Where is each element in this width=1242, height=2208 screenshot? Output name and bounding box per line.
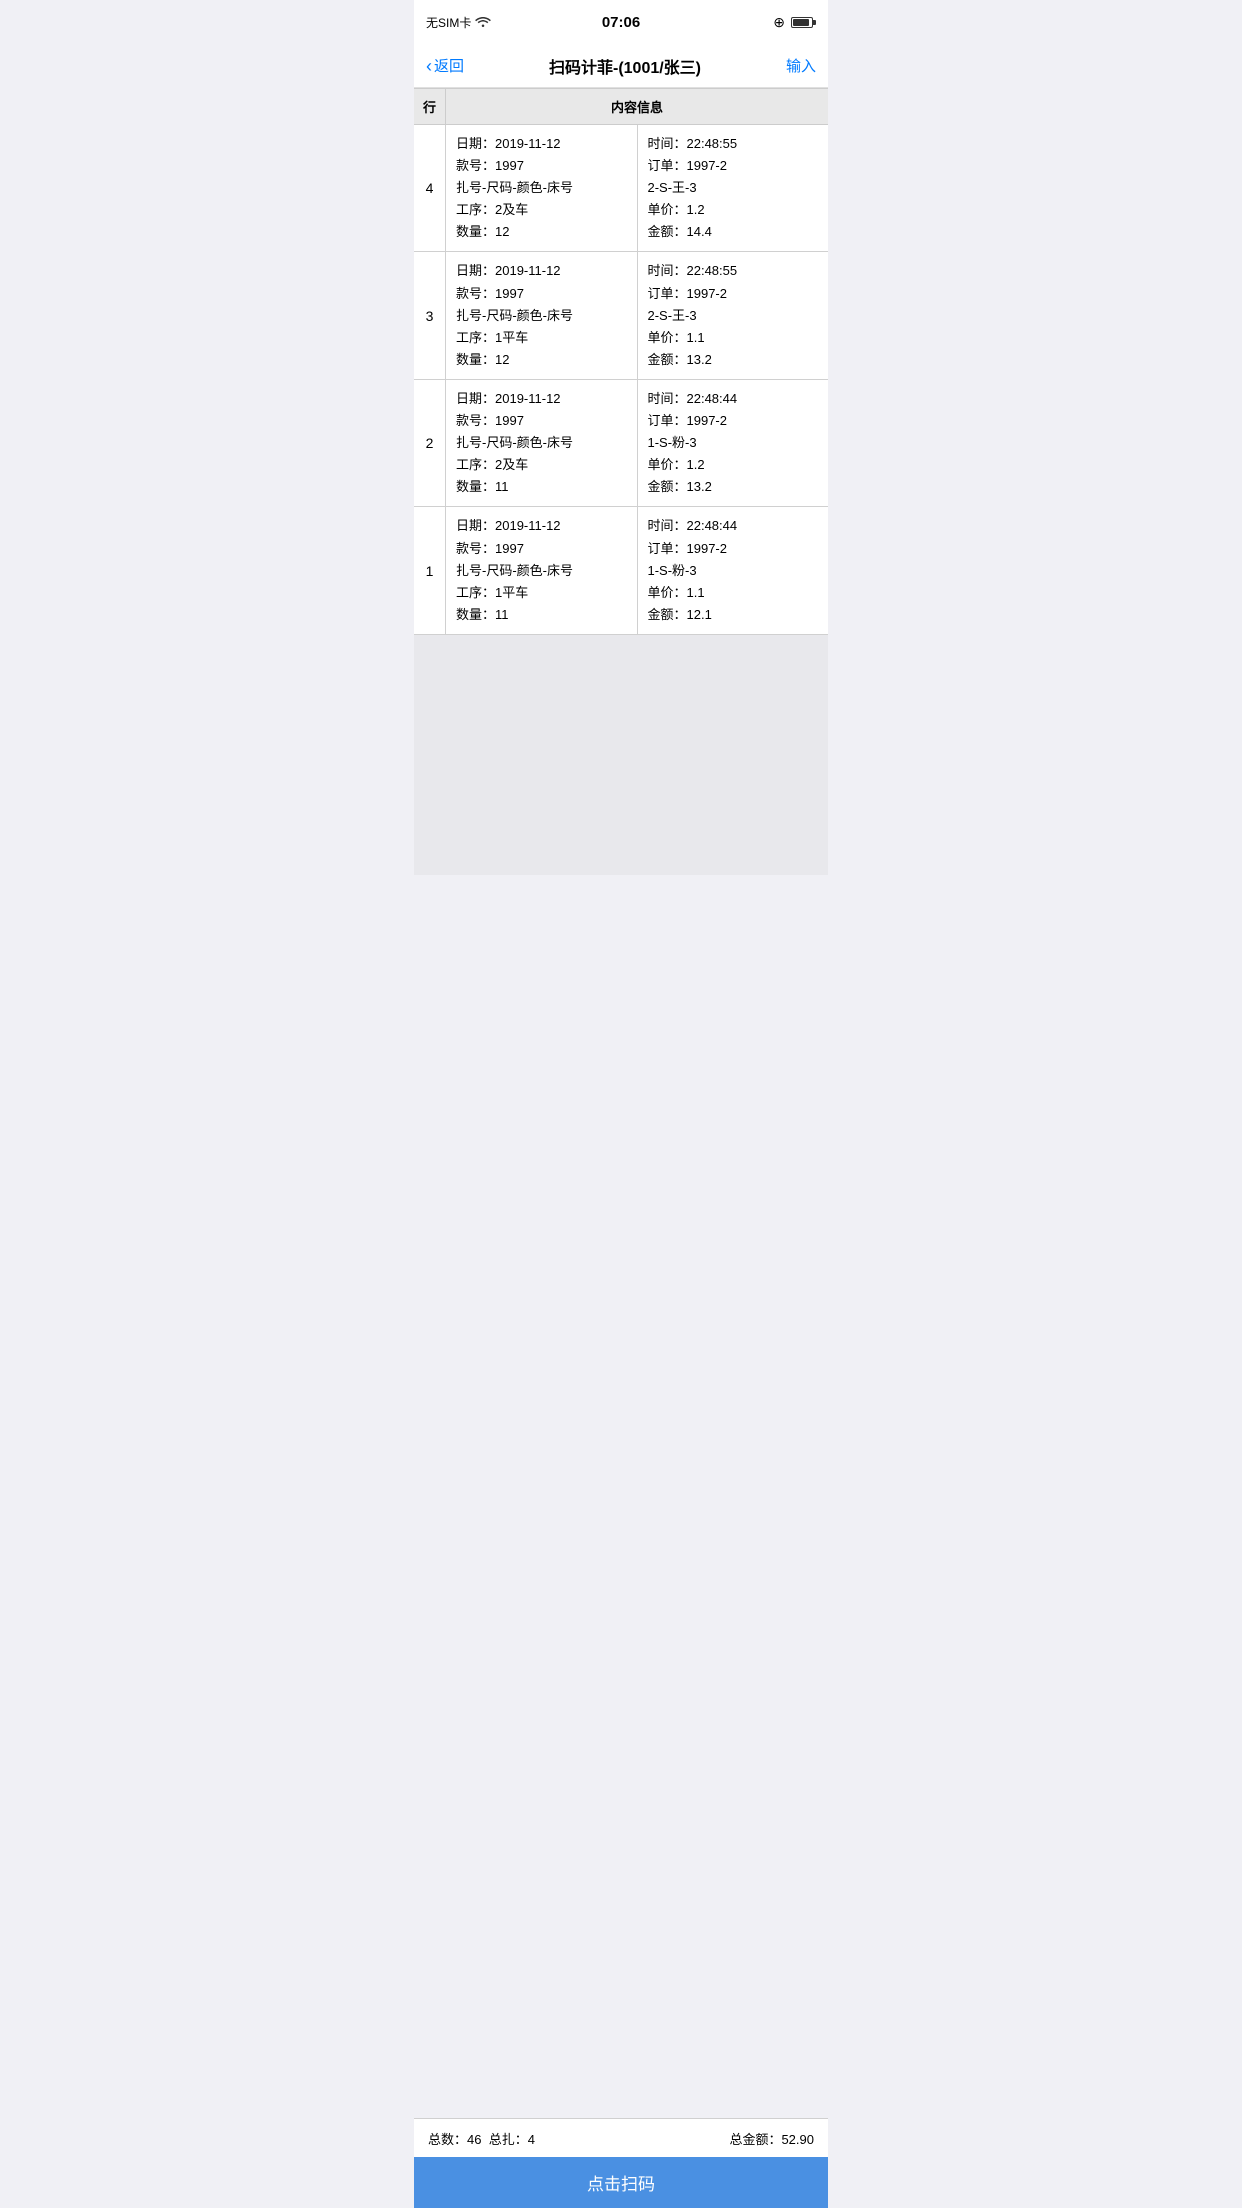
row-time: 时间：22:48:44	[648, 388, 819, 410]
row-qty: 数量：12	[456, 349, 627, 371]
back-label: 返回	[434, 55, 464, 76]
back-chevron-icon: ‹	[426, 57, 432, 75]
row-order: 订单：1997-2	[648, 538, 819, 560]
row-amount: 金额：12.1	[648, 604, 819, 626]
row-content: 日期：2019-11-12 款号：1997 扎号-尺码-颜色-床号 工序：2及车…	[446, 380, 828, 506]
status-left: 无SIM卡	[426, 14, 491, 31]
row-date: 日期：2019-11-12	[456, 260, 627, 282]
row-left: 日期：2019-11-12 款号：1997 扎号-尺码-颜色-床号 工序：1平车…	[446, 507, 638, 633]
input-button[interactable]: 输入	[786, 55, 816, 76]
row-time: 时间：22:48:55	[648, 133, 819, 155]
status-right: ⊕	[773, 14, 816, 31]
row-spec: 2-S-王-3	[648, 177, 819, 199]
total-count: 总数：46 总扎：4	[428, 2129, 535, 2148]
row-code: 扎号-尺码-颜色-床号	[456, 432, 627, 454]
carrier-label: 无SIM卡	[426, 14, 471, 31]
row-code: 扎号-尺码-颜色-床号	[456, 305, 627, 327]
row-process: 工序：2及车	[456, 454, 627, 476]
row-process: 工序：1平车	[456, 327, 627, 349]
row-right: 时间：22:48:44 订单：1997-2 1-S-粉-3 单价：1.2 金额：…	[638, 380, 829, 506]
row-left: 日期：2019-11-12 款号：1997 扎号-尺码-颜色-床号 工序：2及车…	[446, 380, 638, 506]
row-style: 款号：1997	[456, 283, 627, 305]
row-date: 日期：2019-11-12	[456, 133, 627, 155]
world-icon: ⊕	[773, 14, 785, 31]
table-row: 3 日期：2019-11-12 款号：1997 扎号-尺码-颜色-床号 工序：1…	[414, 252, 828, 379]
row-price: 单价：1.1	[648, 327, 819, 349]
row-order: 订单：1997-2	[648, 283, 819, 305]
row-process: 工序：2及车	[456, 199, 627, 221]
empty-area	[414, 635, 828, 875]
row-number: 1	[414, 507, 446, 633]
row-number: 3	[414, 252, 446, 378]
row-style: 款号：1997	[456, 410, 627, 432]
row-left: 日期：2019-11-12 款号：1997 扎号-尺码-颜色-床号 工序：1平车…	[446, 252, 638, 378]
row-qty: 数量：11	[456, 604, 627, 626]
row-code: 扎号-尺码-颜色-床号	[456, 177, 627, 199]
row-qty: 数量：11	[456, 476, 627, 498]
row-amount: 金额：13.2	[648, 476, 819, 498]
row-right: 时间：22:48:55 订单：1997-2 2-S-王-3 单价：1.2 金额：…	[638, 125, 829, 251]
row-style: 款号：1997	[456, 538, 627, 560]
wifi-icon	[475, 15, 491, 30]
row-content: 日期：2019-11-12 款号：1997 扎号-尺码-颜色-床号 工序：1平车…	[446, 252, 828, 378]
table-header: 行 内容信息	[414, 88, 828, 125]
row-date: 日期：2019-11-12	[456, 515, 627, 537]
scan-button[interactable]: 点击扫码	[414, 2157, 828, 2208]
row-spec: 1-S-粉-3	[648, 560, 819, 582]
footer-summary: 总数：46 总扎：4 总金额：52.90	[414, 2118, 828, 2158]
row-left: 日期：2019-11-12 款号：1997 扎号-尺码-颜色-床号 工序：2及车…	[446, 125, 638, 251]
table-row: 1 日期：2019-11-12 款号：1997 扎号-尺码-颜色-床号 工序：1…	[414, 507, 828, 634]
row-order: 订单：1997-2	[648, 155, 819, 177]
row-price: 单价：1.2	[648, 454, 819, 476]
nav-title: 扫码计菲-(1001/张三)	[549, 54, 701, 78]
battery-icon	[791, 17, 816, 28]
row-time: 时间：22:48:44	[648, 515, 819, 537]
row-date: 日期：2019-11-12	[456, 388, 627, 410]
row-amount: 金额：13.2	[648, 349, 819, 371]
row-number: 2	[414, 380, 446, 506]
row-order: 订单：1997-2	[648, 410, 819, 432]
row-style: 款号：1997	[456, 155, 627, 177]
row-price: 单价：1.1	[648, 582, 819, 604]
data-table: 行 内容信息 4 日期：2019-11-12 款号：1997 扎号-尺码-颜色-…	[414, 88, 828, 635]
table-row: 2 日期：2019-11-12 款号：1997 扎号-尺码-颜色-床号 工序：2…	[414, 380, 828, 507]
row-spec: 2-S-王-3	[648, 305, 819, 327]
row-content: 日期：2019-11-12 款号：1997 扎号-尺码-颜色-床号 工序：1平车…	[446, 507, 828, 633]
row-content: 日期：2019-11-12 款号：1997 扎号-尺码-颜色-床号 工序：2及车…	[446, 125, 828, 251]
row-time: 时间：22:48:55	[648, 260, 819, 282]
status-time: 07:06	[602, 14, 640, 31]
row-code: 扎号-尺码-颜色-床号	[456, 560, 627, 582]
nav-bar: ‹ 返回 扫码计菲-(1001/张三) 输入	[414, 44, 828, 88]
row-spec: 1-S-粉-3	[648, 432, 819, 454]
table-row: 4 日期：2019-11-12 款号：1997 扎号-尺码-颜色-床号 工序：2…	[414, 125, 828, 252]
row-right: 时间：22:48:55 订单：1997-2 2-S-王-3 单价：1.1 金额：…	[638, 252, 829, 378]
header-row-col: 行	[414, 89, 446, 124]
row-number: 4	[414, 125, 446, 251]
row-process: 工序：1平车	[456, 582, 627, 604]
back-button[interactable]: ‹ 返回	[426, 55, 464, 76]
status-bar: 无SIM卡 07:06 ⊕	[414, 0, 828, 44]
row-qty: 数量：12	[456, 221, 627, 243]
row-right: 时间：22:48:44 订单：1997-2 1-S-粉-3 单价：1.1 金额：…	[638, 507, 829, 633]
total-amount: 总金额：52.90	[729, 2129, 814, 2148]
row-price: 单价：1.2	[648, 199, 819, 221]
header-content-col: 内容信息	[446, 89, 828, 124]
row-amount: 金额：14.4	[648, 221, 819, 243]
